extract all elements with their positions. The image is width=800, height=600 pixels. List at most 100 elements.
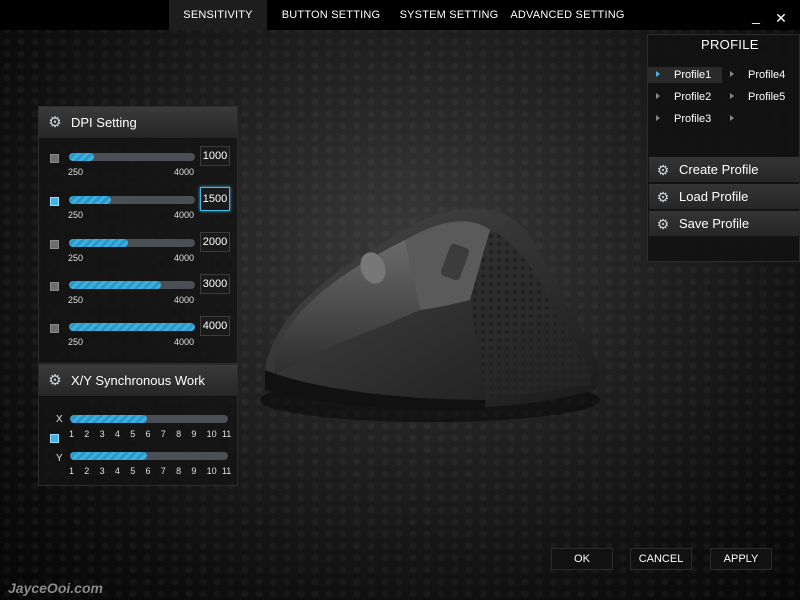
dpi-title: DPI Setting	[71, 115, 137, 130]
dpi-slider-fill	[69, 281, 162, 289]
dpi-min-label: 250	[68, 295, 84, 305]
scale-tick-label: 3	[99, 466, 105, 476]
dpi-max-label: 4000	[174, 337, 195, 347]
scale-tick-label: 5	[130, 466, 136, 476]
top-bar: SENSITIVITY BUTTON SETTING SYSTEM SETTIN…	[0, 0, 800, 30]
scale-tick-label: 11	[221, 466, 232, 476]
dpi-slider-fill	[69, 323, 195, 331]
scale-tick-label: 11	[221, 429, 232, 439]
scale-tick-label: 3	[99, 429, 105, 439]
scale-tick-label: 6	[145, 466, 151, 476]
scale-tick-label: 10	[206, 466, 217, 476]
dpi-level-slider[interactable]	[69, 281, 195, 289]
dpi-value-box[interactable]: 3000	[200, 274, 230, 294]
gear-icon: ⚙	[656, 188, 670, 205]
y-axis-label: Y	[56, 453, 63, 464]
profile-item[interactable]: Profile1	[648, 67, 722, 83]
dpi-panel-header: ⚙ DPI Setting	[39, 107, 237, 139]
dpi-level-slider[interactable]	[69, 239, 195, 247]
profile-title: PROFILE	[701, 37, 759, 52]
dpi-value-box[interactable]: 1500	[200, 187, 230, 211]
dpi-level-slider[interactable]	[69, 323, 195, 331]
save-profile-label: Save Profile	[679, 216, 750, 231]
close-button[interactable]: ✕	[773, 10, 789, 26]
xy-title: X/Y Synchronous Work	[71, 373, 205, 388]
scale-tick-label: 8	[176, 466, 182, 476]
scale-tick-label: 6	[145, 429, 151, 439]
x-scale: 1 2 3 4 5 6 7 8 9 10 11	[69, 429, 237, 439]
dpi-max-label: 4000	[174, 167, 195, 177]
profile-item[interactable]	[722, 111, 796, 127]
arrow-right-icon	[730, 93, 734, 99]
dpi-level-checkbox[interactable]	[50, 324, 59, 333]
dpi-level-slider[interactable]	[69, 153, 195, 161]
save-profile-button[interactable]: ⚙ Save Profile	[649, 211, 800, 237]
gear-icon: ⚙	[656, 161, 670, 178]
scale-tick-label: 1	[69, 466, 75, 476]
dpi-min-label: 250	[68, 210, 84, 220]
profile-item-label: Profile3	[674, 113, 712, 125]
scale-tick-label: 8	[176, 429, 182, 439]
tab-advanced-setting[interactable]: ADVANCED SETTING	[510, 0, 625, 30]
profile-item[interactable]: Profile3	[648, 111, 722, 127]
x-axis-label: X	[56, 414, 63, 425]
scale-tick-label: 9	[191, 466, 197, 476]
profile-item-label: Profile4	[748, 69, 786, 81]
dpi-max-label: 4000	[174, 295, 195, 305]
apply-button[interactable]: APPLY	[710, 548, 772, 570]
minimize-button[interactable]: _	[748, 8, 764, 24]
y-scale: 1 2 3 4 5 6 7 8 9 10 11	[69, 466, 237, 476]
tab-system-setting[interactable]: SYSTEM SETTING	[399, 0, 499, 30]
arrow-right-icon	[656, 71, 660, 77]
profile-item[interactable]: Profile5	[722, 89, 796, 105]
x-sensitivity-slider[interactable]	[70, 415, 228, 423]
tab-button-setting[interactable]: BUTTON SETTING	[281, 0, 381, 30]
scale-tick-label: 2	[84, 429, 90, 439]
scale-tick-label: 7	[160, 429, 166, 439]
mouse-image	[260, 208, 600, 422]
dpi-slider-fill	[69, 239, 128, 247]
profile-item-label: Profile5	[748, 91, 786, 103]
create-profile-label: Create Profile	[679, 162, 759, 177]
arrow-right-icon	[656, 115, 660, 121]
scale-tick-label: 9	[191, 429, 197, 439]
dpi-min-label: 250	[68, 167, 84, 177]
xy-sync-checkbox[interactable]	[50, 434, 59, 443]
scale-tick-label: 4	[114, 466, 120, 476]
dpi-value-box[interactable]: 1000	[200, 146, 230, 166]
profile-item[interactable]: Profile2	[648, 89, 722, 105]
xy-panel-header: ⚙ X/Y Synchronous Work	[39, 365, 237, 397]
load-profile-button[interactable]: ⚙ Load Profile	[649, 184, 800, 210]
profile-item-label: Profile1	[674, 69, 712, 81]
create-profile-button[interactable]: ⚙ Create Profile	[649, 157, 800, 183]
profile-item-label: Profile2	[674, 91, 712, 103]
profile-item[interactable]: Profile4	[722, 67, 796, 83]
scale-tick-label: 4	[114, 429, 120, 439]
dpi-min-label: 250	[68, 253, 84, 263]
scale-tick-label: 1	[69, 429, 75, 439]
scale-tick-label: 7	[160, 466, 166, 476]
tab-sensitivity[interactable]: SENSITIVITY	[169, 0, 267, 30]
load-profile-label: Load Profile	[679, 189, 749, 204]
dpi-level-checkbox[interactable]	[50, 197, 59, 206]
dpi-level-checkbox[interactable]	[50, 240, 59, 249]
gear-icon: ⚙	[656, 215, 670, 232]
dpi-level-checkbox[interactable]	[50, 154, 59, 163]
dpi-min-label: 250	[68, 337, 84, 347]
dpi-value-box[interactable]: 4000	[200, 316, 230, 336]
dpi-slider-fill	[69, 196, 111, 204]
ok-button[interactable]: OK	[551, 548, 613, 570]
dpi-max-label: 4000	[174, 210, 195, 220]
arrow-right-icon	[730, 115, 734, 121]
y-sensitivity-slider[interactable]	[70, 452, 228, 460]
gear-icon: ⚙	[48, 371, 62, 389]
cancel-button[interactable]: CANCEL	[630, 548, 692, 570]
arrow-right-icon	[656, 93, 660, 99]
x-slider-fill	[70, 415, 148, 423]
dpi-value-box[interactable]: 2000	[200, 232, 230, 252]
dpi-level-checkbox[interactable]	[50, 282, 59, 291]
dpi-level-slider[interactable]	[69, 196, 195, 204]
watermark: JayceOoi.com	[8, 580, 103, 596]
gear-icon: ⚙	[48, 113, 62, 131]
dpi-max-label: 4000	[174, 253, 195, 263]
